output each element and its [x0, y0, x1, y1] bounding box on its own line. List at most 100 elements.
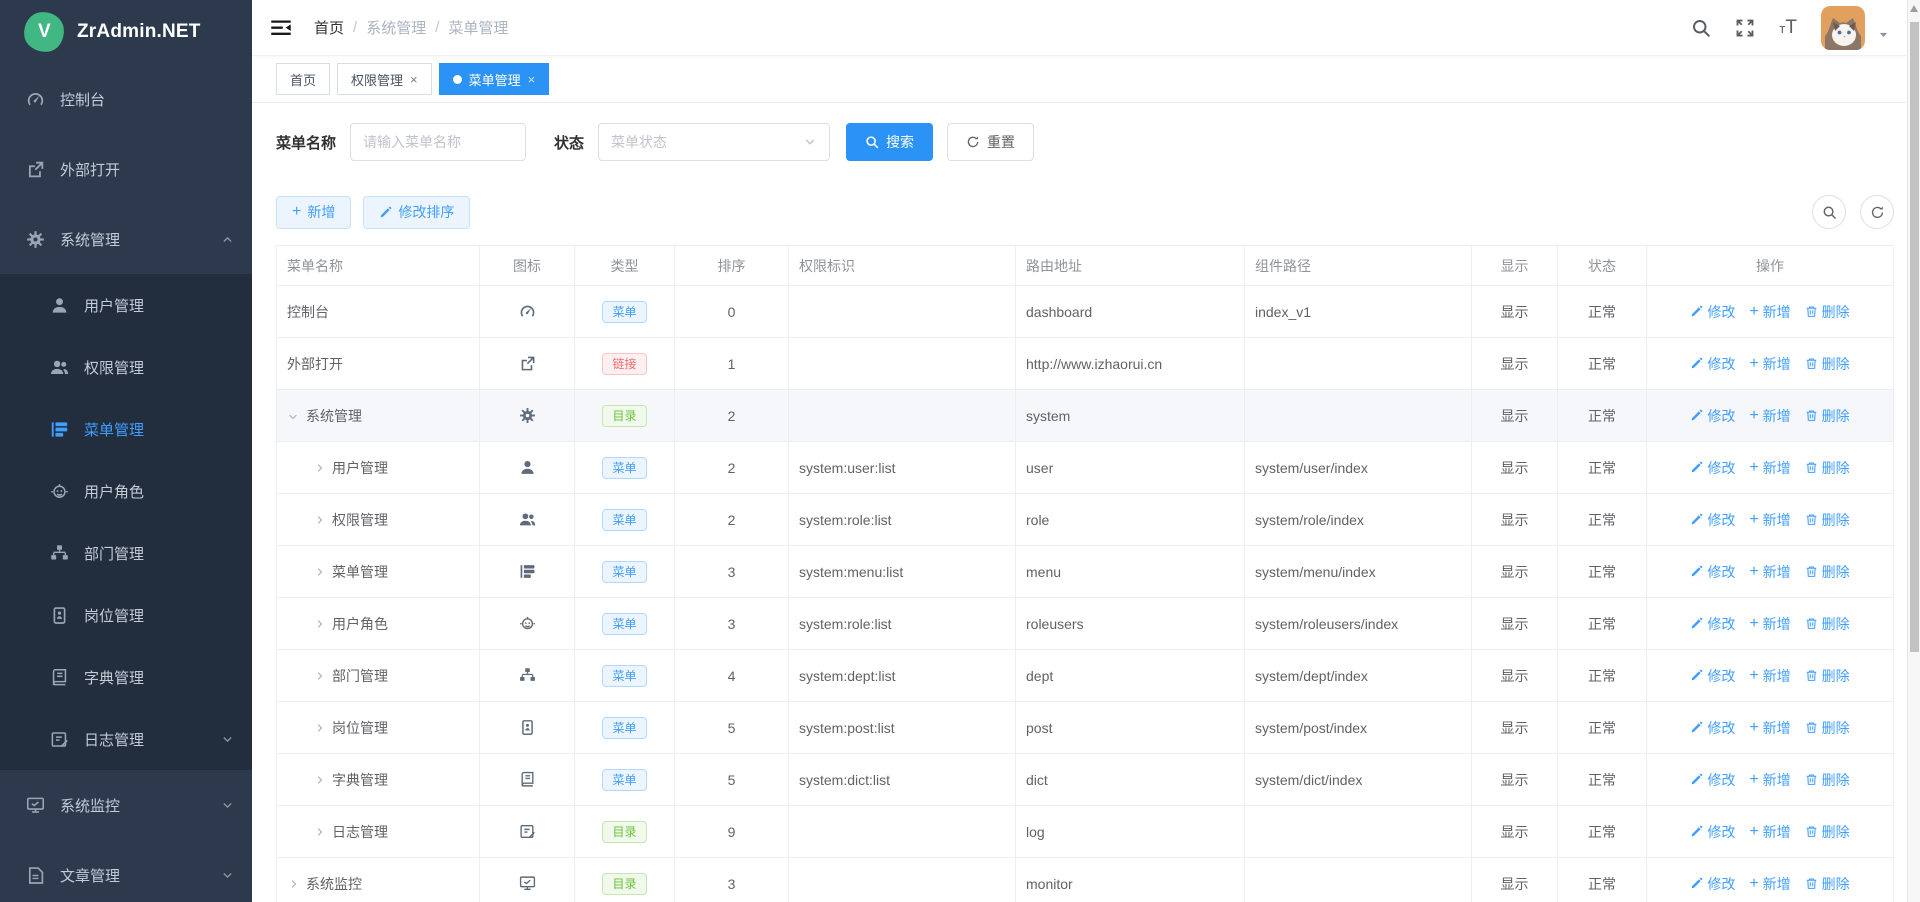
avatar-caret-icon[interactable]	[1877, 28, 1890, 41]
tree-toggle[interactable]	[313, 514, 325, 526]
plus-icon: +	[1749, 876, 1758, 892]
delete-link[interactable]: 删除	[1805, 302, 1850, 322]
tab-首页[interactable]: 首页	[276, 63, 330, 95]
add-link[interactable]: +新增	[1749, 510, 1790, 530]
delete-link[interactable]: 删除	[1805, 354, 1850, 374]
edit-link[interactable]: 修改	[1690, 614, 1735, 634]
add-link[interactable]: +新增	[1749, 302, 1790, 322]
add-link[interactable]: +新增	[1749, 562, 1790, 582]
delete-link[interactable]: 删除	[1805, 822, 1850, 842]
status-label: 状态	[554, 132, 584, 153]
breadcrumb-system[interactable]: 系统管理	[366, 17, 426, 38]
page-scrollbar[interactable]	[1907, 0, 1920, 902]
scrollbar-thumb[interactable]	[1910, 22, 1919, 652]
tree-toggle[interactable]	[287, 410, 299, 422]
tree-toggle[interactable]	[313, 670, 325, 682]
add-link[interactable]: +新增	[1749, 770, 1790, 790]
tab-菜单管理[interactable]: 菜单管理×	[439, 63, 550, 95]
sidebar-item-article[interactable]: 文章管理	[0, 840, 252, 902]
delete-link[interactable]: 删除	[1805, 770, 1850, 790]
edit-link[interactable]: 修改	[1690, 458, 1735, 478]
tree-toggle[interactable]	[313, 774, 325, 786]
search-icon[interactable]	[1691, 18, 1711, 38]
edit-link[interactable]: 修改	[1690, 302, 1735, 322]
avatar[interactable]	[1821, 6, 1865, 50]
cell-status: 正常	[1558, 702, 1647, 754]
tab-权限管理[interactable]: 权限管理×	[337, 63, 432, 95]
sidebar-item-roleusers[interactable]: 用户角色	[0, 460, 252, 522]
add-link[interactable]: +新增	[1749, 406, 1790, 426]
sidebar-item-dict[interactable]: 字典管理	[0, 646, 252, 708]
scrollbar-up-arrow-icon[interactable]	[1910, 5, 1918, 12]
cell-route: roleusers	[1016, 598, 1245, 650]
edit-link[interactable]: 修改	[1690, 562, 1735, 582]
sidebar-item-dept[interactable]: 部门管理	[0, 522, 252, 584]
refresh-table-button[interactable]	[1860, 195, 1894, 229]
delete-link[interactable]: 删除	[1805, 406, 1850, 426]
tree-toggle[interactable]	[287, 878, 299, 890]
cell-component: system/dict/index	[1245, 754, 1472, 806]
delete-link[interactable]: 删除	[1805, 614, 1850, 634]
edit-link[interactable]: 修改	[1690, 874, 1735, 894]
add-link[interactable]: +新增	[1749, 822, 1790, 842]
edit-sort-button[interactable]: 修改排序	[363, 196, 470, 229]
fullscreen-icon[interactable]	[1735, 18, 1755, 38]
add-button[interactable]: + 新增	[276, 196, 351, 229]
delete-link[interactable]: 删除	[1805, 562, 1850, 582]
close-icon[interactable]: ×	[528, 73, 536, 86]
sidebar-item-monitor[interactable]: 系统监控	[0, 770, 252, 840]
menu-name-input[interactable]	[350, 123, 526, 161]
edit-link[interactable]: 修改	[1690, 510, 1735, 530]
edit-link[interactable]: 修改	[1690, 406, 1735, 426]
tree-toggle[interactable]	[313, 722, 325, 734]
edit-link[interactable]: 修改	[1690, 770, 1735, 790]
status-select[interactable]: 菜单状态	[598, 123, 830, 161]
sidebar-item-user[interactable]: 用户管理	[0, 274, 252, 336]
cell-actions: 修改 +新增删除	[1647, 754, 1894, 806]
cell-route: role	[1016, 494, 1245, 546]
delete-link[interactable]: 删除	[1805, 458, 1850, 478]
sidebar-item-external[interactable]: 外部打开	[0, 134, 252, 204]
trash-icon	[1805, 409, 1818, 422]
robot-icon	[519, 615, 536, 632]
add-link[interactable]: +新增	[1749, 458, 1790, 478]
chevron-right-icon	[313, 826, 325, 838]
edit-link[interactable]: 修改	[1690, 354, 1735, 374]
add-link[interactable]: +新增	[1749, 874, 1790, 894]
delete-link[interactable]: 删除	[1805, 666, 1850, 686]
sidebar-collapse-icon[interactable]	[270, 18, 292, 38]
add-link[interactable]: +新增	[1749, 354, 1790, 374]
delete-link[interactable]: 删除	[1805, 718, 1850, 738]
sidebar-item-system[interactable]: 系统管理	[0, 204, 252, 274]
font-size-icon[interactable]: тT	[1779, 17, 1797, 39]
sidebar-item-role[interactable]: 权限管理	[0, 336, 252, 398]
brand[interactable]: V ZrAdmin.NET	[0, 0, 252, 64]
sidebar-item-post[interactable]: 岗位管理	[0, 584, 252, 646]
sidebar-item-menu[interactable]: 菜单管理	[0, 398, 252, 460]
edit-link[interactable]: 修改	[1690, 822, 1735, 842]
delete-link[interactable]: 删除	[1805, 510, 1850, 530]
menu-name-text: 用户管理	[332, 458, 388, 478]
edit-link[interactable]: 修改	[1690, 666, 1735, 686]
search-button[interactable]: 搜索	[846, 123, 933, 161]
tree-toggle[interactable]	[313, 826, 325, 838]
delete-link[interactable]: 删除	[1805, 874, 1850, 894]
show-search-button[interactable]	[1812, 195, 1846, 229]
tree-toggle[interactable]	[313, 618, 325, 630]
add-link[interactable]: +新增	[1749, 666, 1790, 686]
pencil-icon	[379, 206, 392, 219]
chevron-right-icon	[313, 670, 325, 682]
close-icon[interactable]: ×	[410, 73, 418, 86]
trash-icon	[1805, 461, 1818, 474]
add-link[interactable]: +新增	[1749, 614, 1790, 634]
tree-toggle[interactable]	[313, 566, 325, 578]
tree-toggle[interactable]	[313, 462, 325, 474]
breadcrumb-home[interactable]: 首页	[314, 17, 344, 38]
cell-route: dict	[1016, 754, 1245, 806]
gear-icon	[26, 230, 45, 249]
sidebar-item-log[interactable]: 日志管理	[0, 708, 252, 770]
add-link[interactable]: +新增	[1749, 718, 1790, 738]
sidebar-item-console[interactable]: 控制台	[0, 64, 252, 134]
reset-button[interactable]: 重置	[947, 123, 1034, 161]
edit-link[interactable]: 修改	[1690, 718, 1735, 738]
